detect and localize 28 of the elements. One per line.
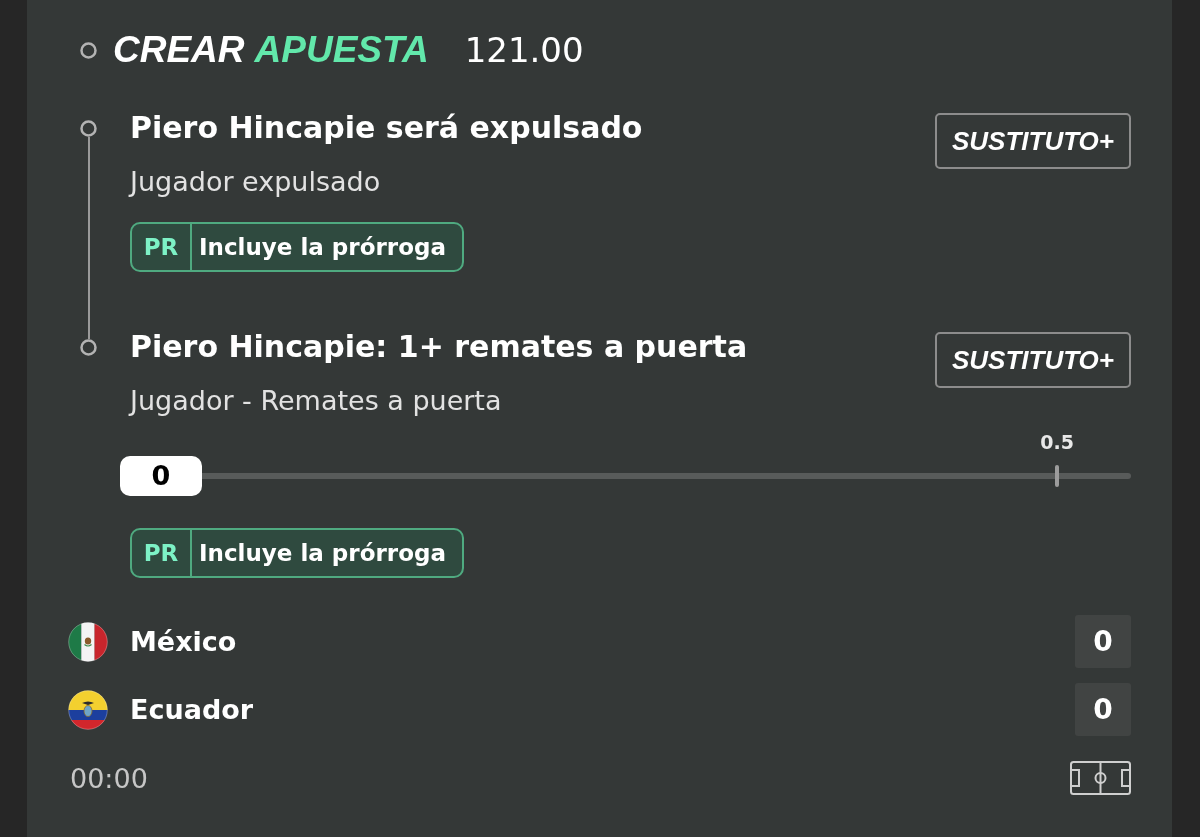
badge-code: PR [132, 224, 192, 270]
tick-label: 0.5 [1040, 432, 1074, 452]
selection-title: Piero Hincapie será expulsado [130, 109, 643, 147]
market-name: Jugador - Remates a puerta [130, 385, 503, 417]
team-name: México [130, 626, 237, 657]
title-accent-text: APUESTA [254, 28, 429, 72]
sustituto-button[interactable]: SUSTITUTO+ [935, 332, 1131, 388]
timeline-dot-icon [80, 41, 97, 59]
flag-icon [68, 689, 108, 730]
timeline-dot-icon [80, 120, 97, 137]
match-time: 00:00 [70, 762, 148, 794]
odds-value: 121.00 [464, 29, 584, 72]
pitch-icon [1070, 761, 1131, 795]
selection-title: Piero Hincapie: 1+ remates a puerta [130, 328, 748, 366]
market-name: Jugador expulsado [130, 166, 382, 198]
badge-label: Incluye la prórroga [198, 233, 447, 262]
slider-track[interactable]: 0 [120, 456, 1131, 496]
sustituto-button[interactable]: SUSTITUTO+ [935, 113, 1131, 169]
flag-icon [68, 621, 108, 662]
team-name: Ecuador [130, 694, 254, 725]
team-score: 0 [1075, 615, 1131, 668]
badge-label: Incluye la prórroga [198, 539, 447, 568]
timeline-dot-icon [80, 339, 97, 356]
slider-thumb[interactable]: 0 [120, 456, 202, 496]
tick-mark-icon [1055, 465, 1060, 487]
title-text: CREAR [113, 28, 245, 72]
team-score: 0 [1075, 683, 1131, 736]
badge-code: PR [132, 530, 192, 576]
